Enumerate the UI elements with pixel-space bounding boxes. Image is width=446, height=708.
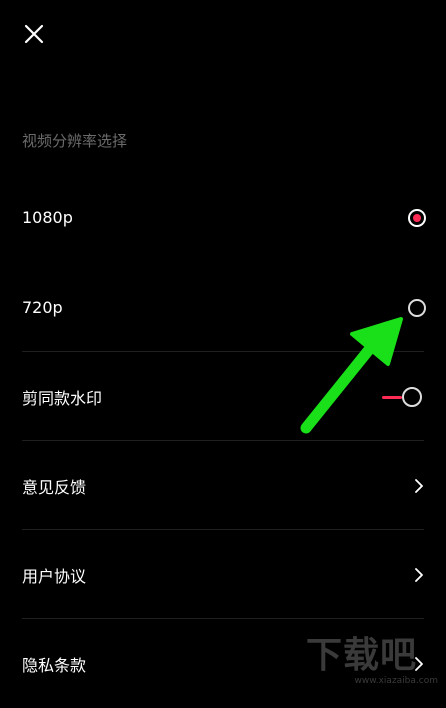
site-watermark-url: www.xiazaiba.com <box>354 676 438 686</box>
section-title-resolution: 视频分辨率选择 <box>22 132 128 150</box>
privacy-label: 隐私条款 <box>22 655 87 675</box>
radio-1080p[interactable] <box>408 208 426 227</box>
resolution-option-1080p[interactable]: 1080p <box>0 173 446 262</box>
watermark-toggle[interactable] <box>382 386 422 407</box>
toggle-track <box>382 395 402 399</box>
chevron-right-icon <box>415 478 423 493</box>
radio-720p[interactable] <box>408 298 426 317</box>
watermark-label: 剪同款水印 <box>22 388 103 408</box>
chevron-right-icon <box>415 567 423 582</box>
site-watermark: 下载吧 <box>306 635 418 676</box>
resolution-label-1080p: 1080p <box>22 208 73 227</box>
resolution-option-720p[interactable]: 720p <box>0 263 446 352</box>
resolution-label-720p: 720p <box>22 298 63 317</box>
close-icon[interactable] <box>22 22 46 46</box>
agreement-label: 用户协议 <box>22 566 87 586</box>
feedback-label: 意见反馈 <box>22 477 87 497</box>
watermark-setting-row: 剪同款水印 <box>0 352 446 441</box>
agreement-row[interactable]: 用户协议 <box>0 530 446 619</box>
toggle-knob <box>402 386 422 407</box>
feedback-row[interactable]: 意见反馈 <box>0 441 446 530</box>
